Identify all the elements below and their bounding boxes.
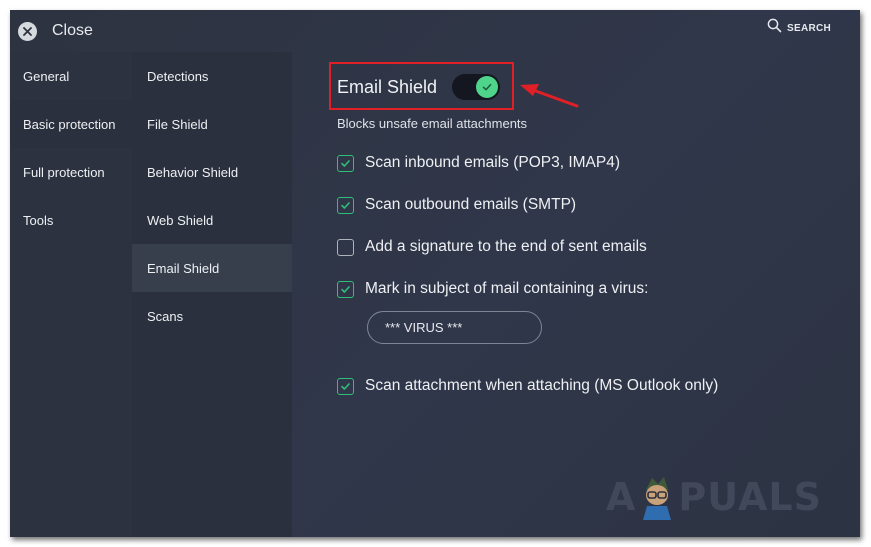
option-label: Scan attachment when attaching (MS Outlo…	[365, 377, 719, 394]
app-window: Close SEARCH General Basic protection Fu…	[10, 10, 860, 537]
option-label: Mark in subject of mail containing a vir…	[365, 280, 649, 297]
nav-item-behavior-shield[interactable]: Behavior Shield	[132, 148, 292, 196]
email-shield-toggle[interactable]	[452, 74, 500, 100]
option-scan-attachment[interactable]: Scan attachment when attaching (MS Outlo…	[337, 376, 718, 396]
check-icon	[476, 76, 498, 98]
nav-item-full-protection[interactable]: Full protection	[10, 148, 132, 196]
checkbox-checked[interactable]	[337, 377, 354, 395]
checkbox-checked[interactable]	[337, 196, 354, 214]
nav-item-label: Tools	[23, 212, 54, 228]
nav-item-file-shield[interactable]: File Shield	[132, 100, 292, 148]
checkbox-unchecked[interactable]	[337, 238, 354, 256]
nav-item-label: General	[23, 68, 70, 84]
option-label: Add a signature to the end of sent email…	[365, 238, 647, 255]
nav-item-label: Scans	[147, 308, 184, 324]
title-bar: Close SEARCH	[10, 10, 860, 52]
page-title: Email Shield	[337, 77, 438, 97]
nav-item-basic-protection[interactable]: Basic protection	[10, 100, 132, 148]
option-label: Scan inbound emails (POP3, IMAP4)	[365, 154, 621, 171]
nav-item-label: Web Shield	[147, 212, 214, 228]
option-mark-subject[interactable]: Mark in subject of mail containing a vir…	[337, 279, 648, 299]
nav-item-tools[interactable]: Tools	[10, 196, 132, 244]
settings-panel: Email Shield Blocks unsafe email attachm…	[292, 52, 860, 537]
close-label: Close	[52, 22, 93, 39]
close-button[interactable]: Close	[18, 18, 93, 44]
nav-item-label: Behavior Shield	[147, 164, 239, 180]
checkbox-checked[interactable]	[337, 154, 354, 172]
virus-subject-input[interactable]	[367, 311, 542, 344]
checkbox-checked[interactable]	[337, 280, 354, 298]
option-add-signature[interactable]: Add a signature to the end of sent email…	[337, 237, 647, 257]
primary-nav: General Basic protection Full protection…	[10, 52, 132, 537]
nav-item-label: Detections	[147, 68, 209, 84]
nav-item-label: Email Shield	[147, 260, 220, 276]
page-subtitle: Blocks unsafe email attachments	[337, 116, 528, 131]
close-icon	[18, 21, 37, 41]
nav-item-web-shield[interactable]: Web Shield	[132, 196, 292, 244]
search-button[interactable]: SEARCH	[767, 18, 832, 38]
secondary-nav: Detections File Shield Behavior Shield W…	[132, 52, 292, 537]
nav-item-email-shield[interactable]: Email Shield	[132, 244, 292, 292]
nav-item-label: Full protection	[23, 164, 105, 180]
nav-item-detections[interactable]: Detections	[132, 52, 292, 100]
option-scan-inbound[interactable]: Scan inbound emails (POP3, IMAP4)	[337, 153, 620, 173]
option-scan-outbound[interactable]: Scan outbound emails (SMTP)	[337, 195, 576, 215]
search-icon	[767, 18, 782, 38]
nav-item-label: Basic protection	[23, 116, 116, 132]
nav-item-scans[interactable]: Scans	[132, 292, 292, 340]
nav-item-general[interactable]: General	[10, 52, 132, 100]
option-label: Scan outbound emails (SMTP)	[365, 196, 577, 213]
search-label: SEARCH	[787, 22, 832, 34]
nav-item-label: File Shield	[147, 116, 208, 132]
